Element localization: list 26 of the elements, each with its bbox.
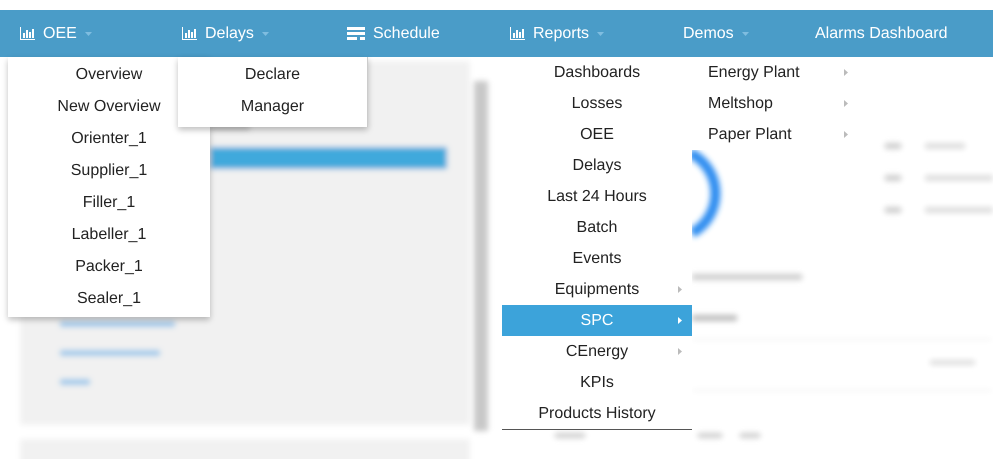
menu-item[interactable]: Sealer_1 <box>8 283 210 315</box>
menu-item[interactable]: Manager <box>178 91 367 123</box>
menu-item[interactable]: Energy Plant <box>692 57 860 88</box>
bar-chart-icon <box>182 27 197 40</box>
menu-item[interactable]: Paper Plant <box>692 119 860 150</box>
menu-item[interactable]: Filler_1 <box>8 187 210 219</box>
menu-item[interactable]: Labeller_1 <box>8 219 210 251</box>
menu-item[interactable]: CEnergy <box>502 336 692 367</box>
list-icon <box>347 27 365 40</box>
bar-chart-icon <box>20 27 35 40</box>
menu-item[interactable]: Meltshop <box>692 88 860 119</box>
menu-item[interactable]: KPIs <box>502 367 692 398</box>
menu-item[interactable]: Batch <box>502 212 692 243</box>
menu-item[interactable]: Declare <box>178 59 367 91</box>
menu-item[interactable]: Equipments <box>502 274 692 305</box>
menu-item[interactable]: Losses <box>502 88 692 119</box>
menu-item[interactable]: Orienter_1 <box>8 123 210 155</box>
menu-item[interactable]: Dashboards <box>502 57 692 88</box>
menu-item[interactable]: Supplier_1 <box>8 155 210 187</box>
menu-item[interactable]: Last 24 Hours <box>502 181 692 212</box>
bar-chart-icon <box>510 27 525 40</box>
menu-item[interactable]: Delays <box>502 150 692 181</box>
menu-item[interactable]: Packer_1 <box>8 251 210 283</box>
menu-item[interactable]: OEE <box>502 119 692 150</box>
menu-item[interactable]: Events <box>502 243 692 274</box>
menu-item[interactable]: Products History <box>502 398 692 429</box>
